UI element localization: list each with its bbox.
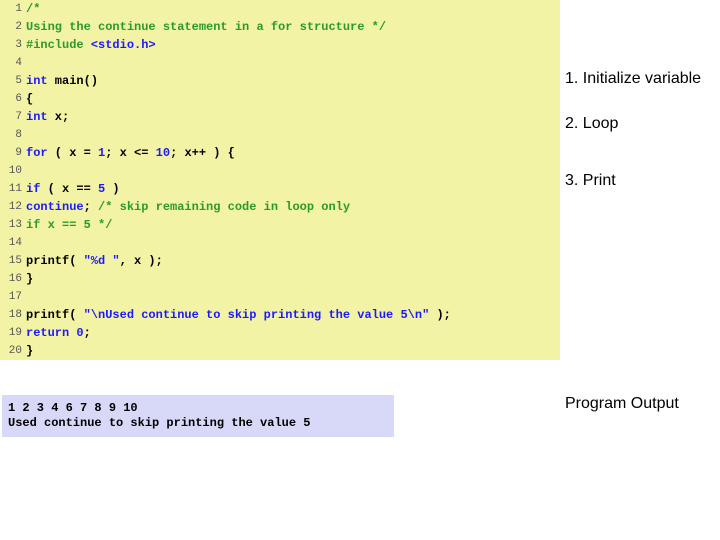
code-listing: 1/*2 Using the continue statement in a f… bbox=[0, 0, 560, 360]
code-content: int main() bbox=[26, 72, 560, 90]
line-number: 18 bbox=[0, 306, 26, 324]
code-content: } bbox=[26, 342, 560, 360]
code-content: continue; /* skip remaining code in loop… bbox=[26, 198, 560, 216]
code-line: 7 int x; bbox=[0, 108, 560, 126]
code-content: for ( x = 1; x <= 10; x++ ) { bbox=[26, 144, 560, 162]
annotation-initialize: 1. Initialize variable bbox=[565, 70, 701, 88]
code-line: 4 bbox=[0, 54, 560, 72]
program-output: 1 2 3 4 6 7 8 9 10 Used continue to skip… bbox=[2, 395, 394, 437]
line-number: 7 bbox=[0, 108, 26, 126]
code-line: 3#include <stdio.h> bbox=[0, 36, 560, 54]
line-number: 9 bbox=[0, 144, 26, 162]
code-line: 8 bbox=[0, 126, 560, 144]
code-line: 20} bbox=[0, 342, 560, 360]
line-number: 14 bbox=[0, 234, 26, 252]
line-number: 12 bbox=[0, 198, 26, 216]
code-line: 11 if ( x == 5 ) bbox=[0, 180, 560, 198]
code-line: 9 for ( x = 1; x <= 10; x++ ) { bbox=[0, 144, 560, 162]
line-number: 6 bbox=[0, 90, 26, 108]
code-line: 17 bbox=[0, 288, 560, 306]
line-number: 15 bbox=[0, 252, 26, 270]
code-line: 12 continue; /* skip remaining code in l… bbox=[0, 198, 560, 216]
code-content: #include <stdio.h> bbox=[26, 36, 560, 54]
line-number: 8 bbox=[0, 126, 26, 144]
line-number: 11 bbox=[0, 180, 26, 198]
code-content: } bbox=[26, 270, 560, 288]
code-line: 2 Using the continue statement in a for … bbox=[0, 18, 560, 36]
code-content: printf( "\nUsed continue to skip printin… bbox=[26, 306, 560, 324]
code-content bbox=[26, 126, 560, 144]
line-number: 5 bbox=[0, 72, 26, 90]
code-content: /* bbox=[26, 0, 560, 18]
output-label: Program Output bbox=[565, 395, 679, 413]
code-line: 1/* bbox=[0, 0, 560, 18]
annotation-loop: 2. Loop bbox=[565, 115, 618, 133]
line-number: 10 bbox=[0, 162, 26, 180]
line-number: 19 bbox=[0, 324, 26, 342]
code-content: Using the continue statement in a for st… bbox=[26, 18, 560, 36]
line-number: 13 bbox=[0, 216, 26, 234]
line-number: 16 bbox=[0, 270, 26, 288]
code-line: 13 if x == 5 */ bbox=[0, 216, 560, 234]
code-line: 15 printf( "%d ", x ); bbox=[0, 252, 560, 270]
line-number: 1 bbox=[0, 0, 26, 18]
code-line: 16 } bbox=[0, 270, 560, 288]
code-content: printf( "%d ", x ); bbox=[26, 252, 560, 270]
line-number: 17 bbox=[0, 288, 26, 306]
line-number: 2 bbox=[0, 18, 26, 36]
code-content: if ( x == 5 ) bbox=[26, 180, 560, 198]
code-line: 19 return 0; bbox=[0, 324, 560, 342]
code-content: { bbox=[26, 90, 560, 108]
code-content bbox=[26, 54, 560, 72]
code-line: 5int main() bbox=[0, 72, 560, 90]
code-line: 18 printf( "\nUsed continue to skip prin… bbox=[0, 306, 560, 324]
code-content bbox=[26, 234, 560, 252]
line-number: 20 bbox=[0, 342, 26, 360]
code-content bbox=[26, 162, 560, 180]
code-line: 10 bbox=[0, 162, 560, 180]
code-line: 6{ bbox=[0, 90, 560, 108]
code-content bbox=[26, 288, 560, 306]
code-line: 14 bbox=[0, 234, 560, 252]
line-number: 3 bbox=[0, 36, 26, 54]
code-content: return 0; bbox=[26, 324, 560, 342]
annotation-print: 3. Print bbox=[565, 172, 616, 190]
line-number: 4 bbox=[0, 54, 26, 72]
code-content: if x == 5 */ bbox=[26, 216, 560, 234]
code-content: int x; bbox=[26, 108, 560, 126]
